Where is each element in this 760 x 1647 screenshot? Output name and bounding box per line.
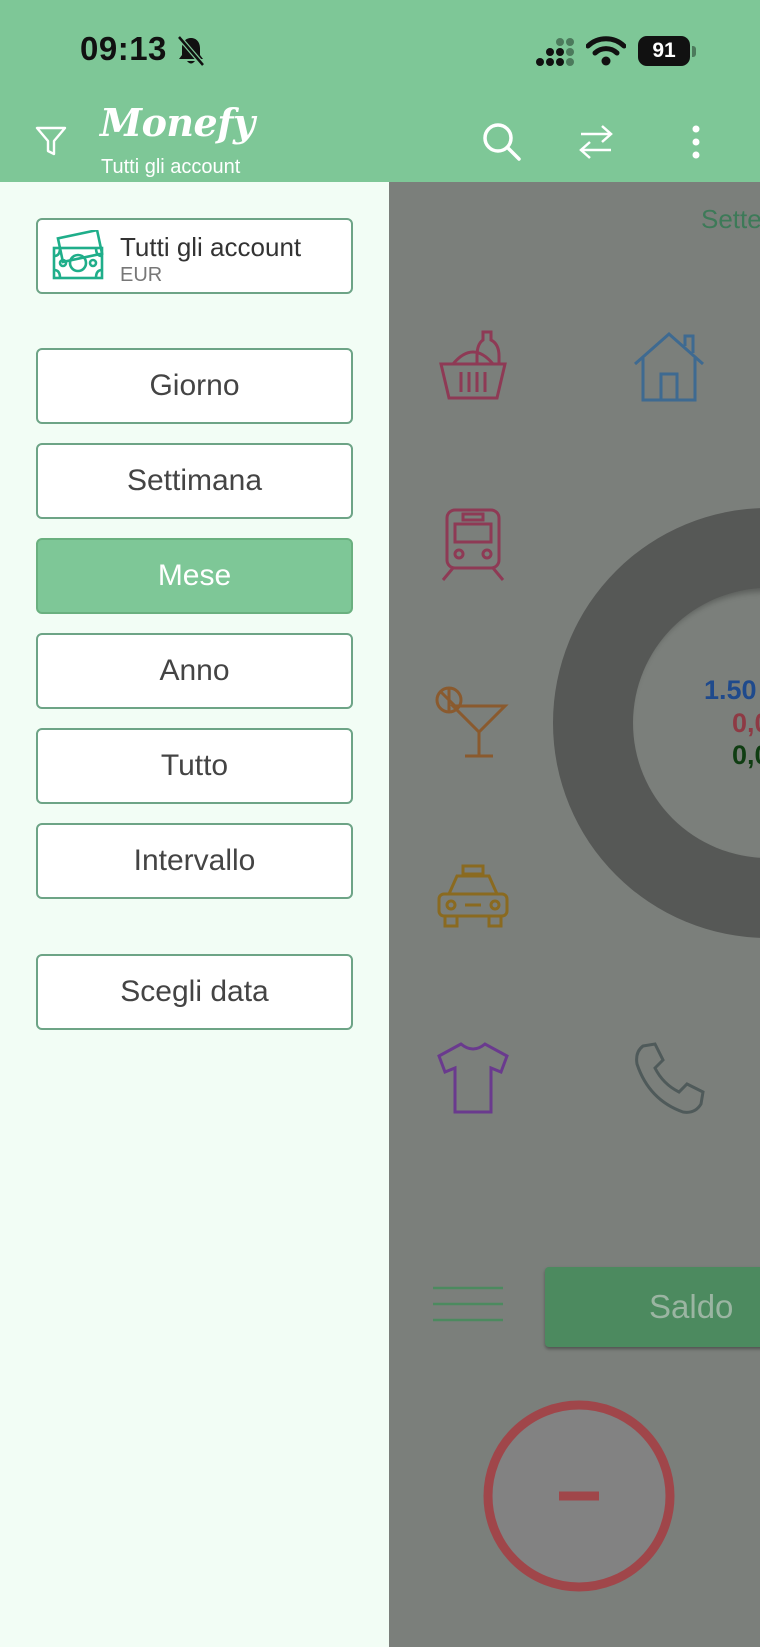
period-range-button[interactable]: Intervallo [36, 823, 353, 899]
wifi-icon [586, 36, 626, 66]
taxi-icon[interactable] [433, 860, 513, 940]
money-bills-icon [52, 230, 104, 280]
period-week-button[interactable]: Settimana [36, 443, 353, 519]
income-total: 1.50 [704, 675, 757, 705]
period-all-button[interactable]: Tutto [36, 728, 353, 804]
list-menu-icon[interactable] [431, 1284, 505, 1324]
app-logo: Monefy [100, 100, 255, 145]
account-currency: EUR [120, 264, 163, 286]
groceries-icon[interactable] [433, 326, 513, 406]
tshirt-icon[interactable] [433, 1038, 513, 1118]
expense-donut-chart[interactable] [553, 508, 760, 938]
balance-total: 0,0 [732, 740, 760, 770]
account-selector[interactable]: Tutti gli account EUR [36, 218, 353, 294]
battery-level: 91 [638, 36, 690, 66]
dimmed-main-content[interactable]: Sette 1.50 0, 0, Saldo [389, 182, 760, 1647]
search-icon[interactable] [482, 122, 522, 162]
period-year-button[interactable]: Anno [36, 633, 353, 709]
bell-slash-icon [177, 35, 205, 67]
house-icon[interactable] [629, 326, 709, 406]
status-time: 09:13 [80, 30, 167, 67]
cellular-signal-icon [536, 38, 574, 66]
app-header: 09:13 91 Monefy Tutti gli account [0, 0, 760, 182]
cocktail-icon[interactable] [433, 682, 513, 762]
battery-icon: 91 [638, 36, 696, 66]
header-subtitle[interactable]: Tutti gli account [101, 156, 240, 179]
minus-icon[interactable] [483, 1400, 675, 1592]
more-vertical-icon[interactable] [688, 124, 704, 160]
period-drawer: Tutti gli account EUR Giorno Settimana M… [0, 182, 389, 1647]
phone-icon[interactable] [629, 1038, 709, 1118]
expense-total: 0,0 [732, 708, 760, 738]
choose-date-button[interactable]: Scegli data [36, 954, 353, 1030]
period-month-button[interactable]: Mese [36, 538, 353, 614]
period-day-button[interactable]: Giorno [36, 348, 353, 424]
filter-icon[interactable] [34, 124, 68, 158]
account-name: Tutti gli account [120, 232, 302, 262]
month-label: Sette [701, 204, 760, 234]
saldo-button[interactable]: Saldo [545, 1267, 760, 1347]
train-icon[interactable] [433, 504, 513, 584]
transfer-icon[interactable] [578, 122, 614, 162]
